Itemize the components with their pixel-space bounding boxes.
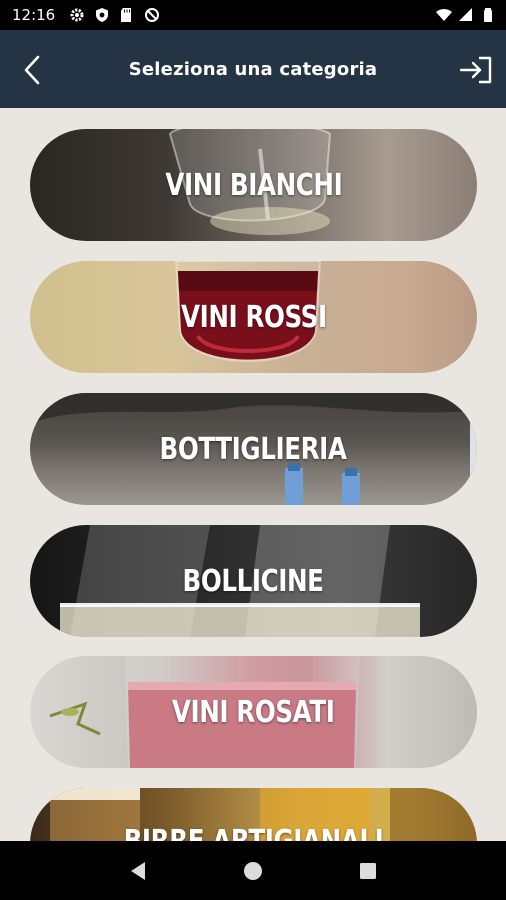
back-button[interactable] [16,54,48,86]
logout-button[interactable] [458,52,494,88]
category-label: BOLLICINE [182,563,325,599]
status-time: 12:16 [12,6,56,24]
category-label: VINI ROSSI [180,299,327,335]
category-label: VINI ROSATI [172,694,335,730]
no-signal-icon [144,7,160,23]
sd-card-icon [119,7,135,23]
category-vini-rossi[interactable]: VINI ROSSI [30,261,477,373]
page-title: Seleziona una categoria [128,58,378,80]
chevron-left-icon [24,55,40,85]
category-label: VINI BIANCHI [165,167,342,203]
category-list[interactable]: VINI BIANCHI VINI ROSSI BOTTIGLIERIA BOL… [0,108,506,841]
category-label: BIRRE ARTIGIANALI [70,824,437,841]
status-bar: 12:16 [0,0,506,30]
home-circle-icon [243,861,262,880]
cell-signal-icon [458,7,474,23]
gear-icon [69,7,85,23]
wifi-icon [436,7,452,23]
recents-square-icon [360,862,377,879]
nav-home-button[interactable] [233,851,273,891]
category-vini-bianchi[interactable]: VINI BIANCHI [30,129,477,241]
back-triangle-icon [130,861,145,880]
category-vini-rosati[interactable]: VINI ROSATI [30,656,477,768]
nav-recents-button[interactable] [348,851,388,891]
logout-icon [459,56,492,84]
category-bollicine[interactable]: BOLLICINE [30,525,477,637]
battery-icon [480,7,496,23]
shield-icon [94,7,110,23]
app-bar: Seleziona una categoria [0,30,506,108]
category-label: BOTTIGLIERIA [160,431,347,467]
nav-back-button[interactable] [118,851,158,891]
category-bottiglieria[interactable]: BOTTIGLIERIA [30,393,477,505]
system-nav-bar [0,841,506,900]
category-birre-artigianali[interactable]: BIRRE ARTIGIANALI [30,788,477,841]
